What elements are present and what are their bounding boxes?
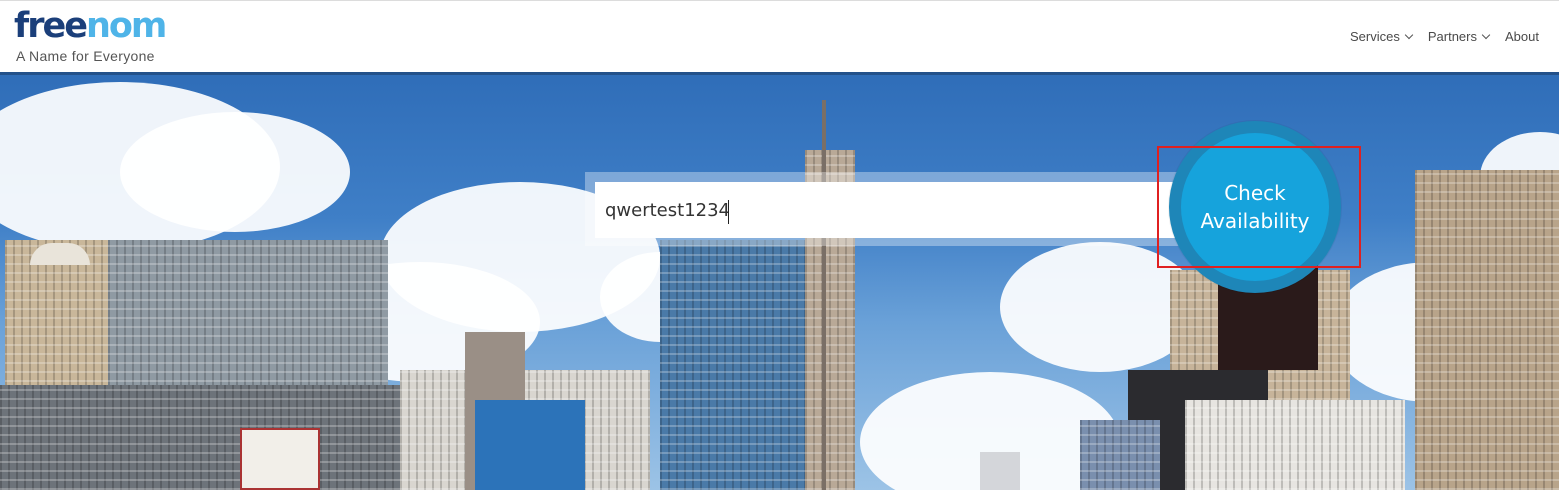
main-nav: Services Partners About xyxy=(1350,29,1539,44)
text-caret xyxy=(728,200,729,224)
freenom-logo[interactable]: freenom xyxy=(14,6,167,46)
domain-search-input[interactable] xyxy=(595,182,1175,238)
nav-partners-label: Partners xyxy=(1427,29,1477,44)
nav-about[interactable]: About xyxy=(1505,29,1539,44)
logo-part-nom: nom xyxy=(85,6,167,46)
logo-tagline: A Name for Everyone xyxy=(16,48,155,64)
check-availability-button[interactable]: Check Availability xyxy=(1181,133,1329,281)
check-button-line1: Check xyxy=(1224,181,1286,205)
logo-part-free: free xyxy=(14,6,88,46)
check-button-line2: Availability xyxy=(1200,209,1310,233)
hero-banner: Check Availability xyxy=(0,72,1559,490)
nav-services-label: Services xyxy=(1350,29,1400,44)
nav-partners[interactable]: Partners xyxy=(1427,29,1491,44)
nav-services[interactable]: Services xyxy=(1350,29,1414,44)
nav-about-label: About xyxy=(1505,29,1539,44)
chevron-down-icon xyxy=(1404,30,1414,40)
domain-search-box xyxy=(585,172,1185,246)
site-header: freenom A Name for Everyone Services Par… xyxy=(0,0,1559,72)
chevron-down-icon xyxy=(1481,30,1491,40)
